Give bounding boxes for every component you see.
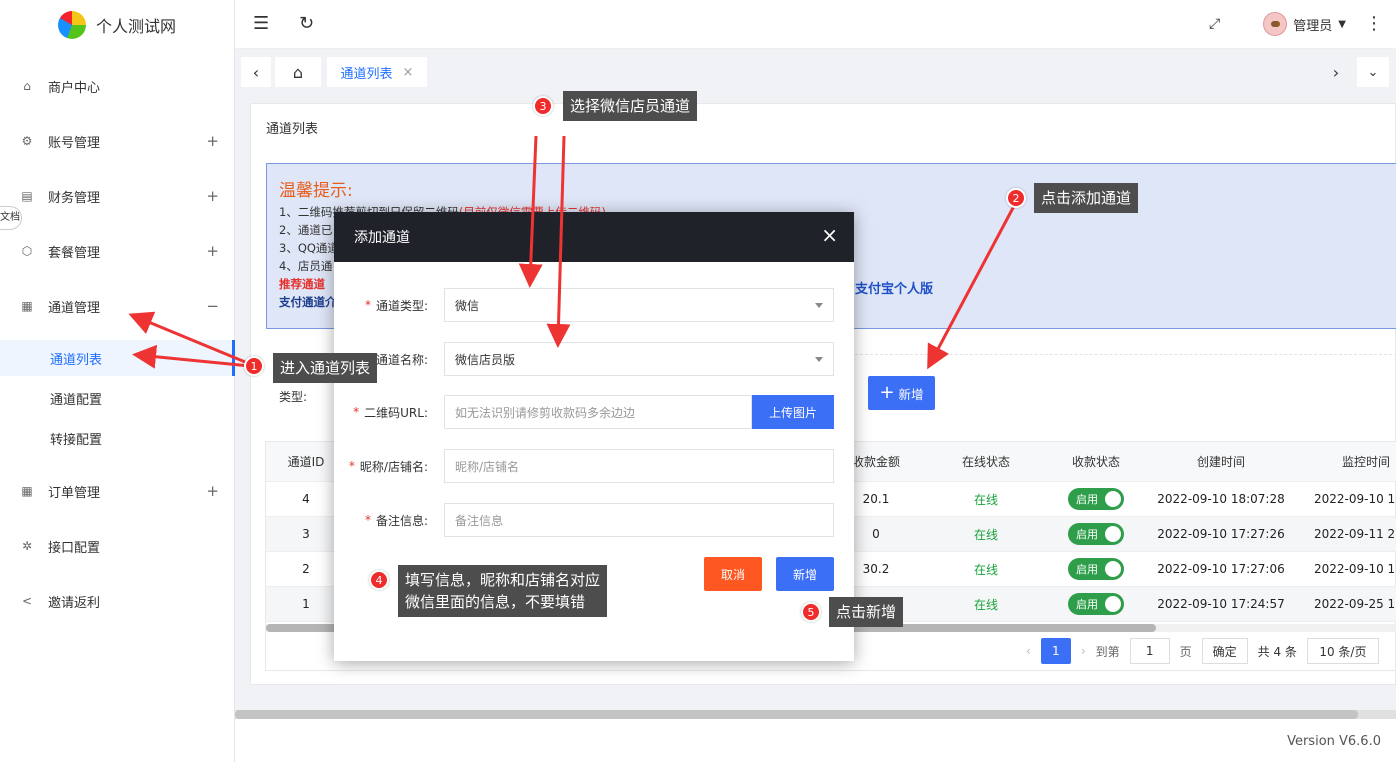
sidebar-item-package[interactable]: ⬡ 套餐管理 + bbox=[0, 231, 235, 271]
sidebar-item-invite[interactable]: < 邀请返利 bbox=[0, 581, 235, 621]
channel-name-select[interactable]: 微信店员版 bbox=[444, 342, 834, 376]
annotation-text-3: 选择微信店员通道 bbox=[563, 91, 698, 121]
annotation-badge-1: 1 bbox=[244, 356, 264, 376]
tab-channel-list[interactable]: 通道列表 × bbox=[327, 57, 427, 87]
user-menu[interactable]: 管理员 ▼ bbox=[1263, 12, 1346, 36]
annotation-text-2: 点击添加通道 bbox=[1034, 183, 1139, 213]
annotation-badge-2: 2 bbox=[1006, 188, 1026, 208]
upload-image-button[interactable]: 上传图片 bbox=[752, 395, 834, 429]
annotation-badge-3: 3 bbox=[533, 96, 553, 116]
annotation-text-1: 进入通道列表 bbox=[273, 353, 378, 383]
sidebar: 个人测试网 ⌂ 商户中心 ⚙ 账号管理 + ▤ 财务管理 + ⬡ 套餐管理 + … bbox=[0, 0, 235, 762]
close-icon[interactable]: × bbox=[403, 65, 414, 80]
avatar bbox=[1263, 12, 1288, 36]
tabs-bar: ‹ ⌂ 通道列表 × › ⌄ bbox=[235, 49, 1396, 97]
status-toggle[interactable]: 启用 bbox=[1068, 558, 1124, 580]
collapse-icon: − bbox=[206, 297, 219, 315]
sidebar-subitem-transfer-config[interactable]: 转接配置 bbox=[0, 420, 235, 456]
sidebar-item-api-config[interactable]: ✲ 接口配置 bbox=[0, 526, 235, 566]
breadcrumb: 通道列表 bbox=[266, 122, 319, 137]
sidebar-item-orders[interactable]: ▦ 订单管理 + bbox=[0, 471, 235, 511]
field-channel-type: * 通道类型: 微信 bbox=[334, 288, 854, 322]
channel-type-select[interactable]: 微信 bbox=[444, 288, 834, 322]
sidebar-item-merchant-center[interactable]: ⌂ 商户中心 bbox=[0, 66, 235, 106]
share-icon: < bbox=[21, 594, 33, 608]
expand-icon: + bbox=[206, 187, 219, 205]
gear-icon: ⚙ bbox=[21, 134, 33, 148]
version-text: Version V6.6.0 bbox=[1287, 734, 1381, 749]
chevron-down-icon bbox=[815, 303, 823, 308]
note-input[interactable]: 备注信息 bbox=[444, 503, 834, 537]
sidebar-subitem-channel-config[interactable]: 通道配置 bbox=[0, 380, 235, 416]
next-page-icon[interactable]: › bbox=[1081, 644, 1086, 658]
tab-home-icon[interactable]: ⌂ bbox=[275, 57, 321, 87]
annotation-badge-4: 4 bbox=[369, 570, 389, 590]
expand-icon: + bbox=[206, 482, 219, 500]
status-toggle[interactable]: 启用 bbox=[1068, 593, 1124, 615]
sidebar-subitem-channel-list[interactable]: 通道列表 bbox=[0, 340, 235, 376]
plus-icon: + bbox=[879, 382, 895, 403]
tab-scroll-left-icon[interactable]: ‹ bbox=[241, 57, 271, 87]
annotation-badge-5: 5 bbox=[801, 602, 821, 622]
per-page-select[interactable]: 10 条/页 bbox=[1306, 638, 1379, 664]
submit-button[interactable]: 新增 bbox=[776, 557, 834, 591]
pagination: ‹ 1 › 到第 1 页 确定 共 4 条 10 条/页 bbox=[1026, 638, 1379, 664]
expand-icon: + bbox=[206, 242, 219, 260]
sidebar-item-finance[interactable]: ▤ 财务管理 + bbox=[0, 176, 235, 216]
page-scrollbar[interactable] bbox=[235, 710, 1396, 719]
top-bar: ☰ ↻ ⤢ 管理员 ▼ ⋮ bbox=[235, 0, 1396, 49]
api-icon: ✲ bbox=[21, 539, 33, 553]
footer: Version V6.6.0 bbox=[235, 719, 1396, 762]
rocket-logo-icon bbox=[57, 11, 86, 39]
refresh-icon[interactable]: ↻ bbox=[299, 14, 314, 34]
prev-page-icon[interactable]: ‹ bbox=[1026, 644, 1031, 658]
field-qr-url: * 二维码URL: 如无法识别请修剪收款码多余边边 上传图片 bbox=[334, 395, 854, 429]
tab-scroll-right-icon[interactable]: › bbox=[1321, 57, 1351, 87]
nickname-input[interactable]: 昵称/店铺名 bbox=[444, 449, 834, 483]
home-icon: ⌂ bbox=[23, 79, 31, 93]
sidebar-item-channel[interactable]: ▦ 通道管理 − bbox=[0, 286, 235, 326]
dialog-title: 添加通道 bbox=[354, 230, 410, 246]
annotation-text-4: 填写信息，昵称和店铺名对应 微信里面的信息，不要填错 bbox=[398, 565, 608, 617]
package-icon: ⬡ bbox=[21, 244, 33, 258]
close-icon[interactable]: × bbox=[821, 225, 838, 245]
caret-down-icon: ▼ bbox=[1338, 18, 1346, 30]
chevron-down-icon bbox=[815, 357, 823, 362]
annotation-text-5: 点击新增 bbox=[829, 597, 904, 627]
channel-icon: ▦ bbox=[21, 299, 33, 313]
app-logo[interactable]: 个人测试网 bbox=[0, 0, 234, 50]
sidebar-item-account[interactable]: ⚙ 账号管理 + bbox=[0, 121, 235, 161]
add-channel-button[interactable]: + 新增 bbox=[868, 376, 935, 410]
tab-dropdown-icon[interactable]: ⌄ bbox=[1357, 57, 1389, 87]
qr-url-input[interactable]: 如无法识别请修剪收款码多余边边 bbox=[444, 395, 752, 429]
page-current[interactable]: 1 bbox=[1040, 638, 1071, 664]
field-note: * 备注信息: 备注信息 bbox=[334, 503, 854, 537]
more-icon[interactable]: ⋮ bbox=[1365, 14, 1383, 34]
order-icon: ▦ bbox=[21, 484, 33, 498]
page-jump-button[interactable]: 确定 bbox=[1201, 638, 1248, 664]
cancel-button[interactable]: 取消 bbox=[704, 557, 762, 591]
page-jump-input[interactable]: 1 bbox=[1129, 638, 1170, 664]
menu-collapse-icon[interactable]: ☰ bbox=[253, 14, 269, 34]
app-title: 个人测试网 bbox=[95, 17, 176, 36]
fullscreen-icon[interactable]: ⤢ bbox=[1209, 14, 1220, 34]
alipay-personal-link[interactable]: 支付宝个人版 bbox=[855, 278, 933, 297]
tip-title: 温馨提示: bbox=[279, 181, 353, 201]
filter-type-label: 类型: bbox=[279, 390, 308, 404]
username: 管理员 bbox=[1293, 18, 1333, 34]
finance-icon: ▤ bbox=[21, 189, 33, 203]
field-nickname: * 昵称/店铺名: 昵称/店铺名 bbox=[334, 449, 854, 483]
field-channel-name: *通道名称: 微信店员版 bbox=[334, 342, 854, 376]
status-toggle[interactable]: 启用 bbox=[1068, 488, 1124, 510]
dialog-header: 添加通道 × bbox=[334, 212, 854, 262]
doc-side-tab[interactable]: 文档 bbox=[0, 206, 22, 230]
status-toggle[interactable]: 启用 bbox=[1068, 523, 1124, 545]
expand-icon: + bbox=[206, 132, 219, 150]
